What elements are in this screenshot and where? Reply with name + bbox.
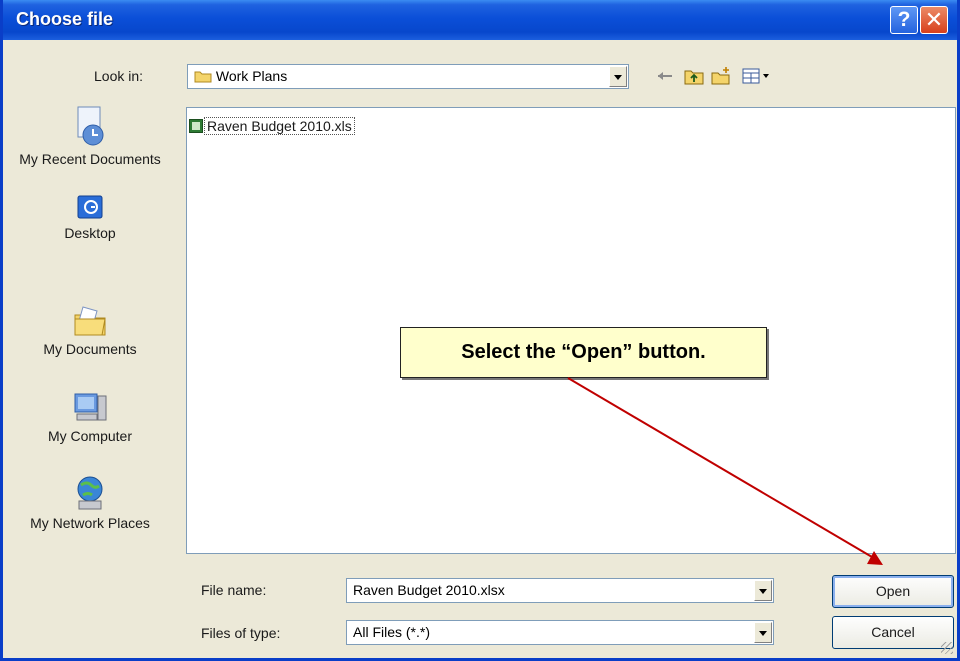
desktop-icon	[77, 195, 103, 219]
lookin-value: Work Plans	[215, 68, 288, 84]
cancel-button[interactable]: Cancel	[832, 616, 954, 649]
lookin-select[interactable]: Work Plans	[187, 64, 629, 89]
file-item[interactable]: Raven Budget 2010.xls	[189, 117, 355, 136]
place-my-documents[interactable]: My Documents	[15, 301, 165, 357]
open-button[interactable]: Open	[832, 575, 954, 608]
new-folder-icon[interactable]	[710, 66, 732, 86]
help-icon: ?	[897, 8, 911, 31]
callout-text: Select the “Open” button.	[461, 341, 706, 363]
lookin-dropdown-arrow[interactable]	[609, 66, 627, 87]
filename-value: Raven Budget 2010.xlsx	[353, 582, 505, 598]
filetype-label: Files of type:	[201, 625, 281, 641]
filename-label: File name:	[201, 582, 267, 598]
place-label: My Documents	[43, 341, 137, 357]
back-arrow-icon[interactable]	[655, 66, 677, 86]
dialog-title: Choose file	[16, 9, 114, 29]
up-folder-icon[interactable]	[683, 66, 705, 86]
my-documents-icon	[74, 306, 106, 336]
filename-input[interactable]: Raven Budget 2010.xlsx	[346, 578, 774, 603]
filename-dropdown-arrow[interactable]	[754, 580, 772, 601]
network-places-icon	[77, 476, 103, 510]
place-recent-documents[interactable]: My Recent Documents	[15, 105, 165, 167]
place-my-computer[interactable]: My Computer	[15, 390, 165, 444]
place-label: My Network Places	[30, 515, 150, 531]
place-label: My Recent Documents	[19, 151, 161, 167]
close-button[interactable]: ✕	[920, 6, 948, 34]
excel-file-icon	[189, 119, 203, 133]
views-menu-icon[interactable]	[741, 66, 771, 86]
filetype-dropdown-arrow[interactable]	[754, 622, 772, 643]
recent-documents-icon	[77, 106, 104, 146]
my-computer-icon	[74, 393, 107, 421]
file-item-name: Raven Budget 2010.xls	[204, 117, 355, 135]
filetype-select[interactable]: All Files (*.*)	[346, 620, 774, 645]
help-button[interactable]: ?	[890, 6, 918, 34]
instruction-callout: Select the “Open” button.	[400, 327, 767, 378]
folder-icon	[194, 71, 212, 83]
places-bar: My Recent Documents Desktop My Documents	[15, 105, 165, 563]
place-label: Desktop	[64, 225, 116, 241]
close-icon: ✕	[924, 7, 944, 32]
place-label: My Computer	[47, 428, 133, 444]
place-network-places[interactable]: My Network Places	[15, 473, 165, 531]
place-desktop[interactable]: Desktop	[15, 193, 165, 241]
title-bar[interactable]: Choose file ? ✕	[3, 0, 957, 40]
choose-file-dialog: Choose file ? ✕ Look in: Work Plans My R…	[0, 0, 960, 661]
filetype-value: All Files (*.*)	[353, 624, 431, 640]
lookin-label: Look in:	[94, 68, 144, 84]
resize-grip[interactable]	[941, 642, 953, 654]
